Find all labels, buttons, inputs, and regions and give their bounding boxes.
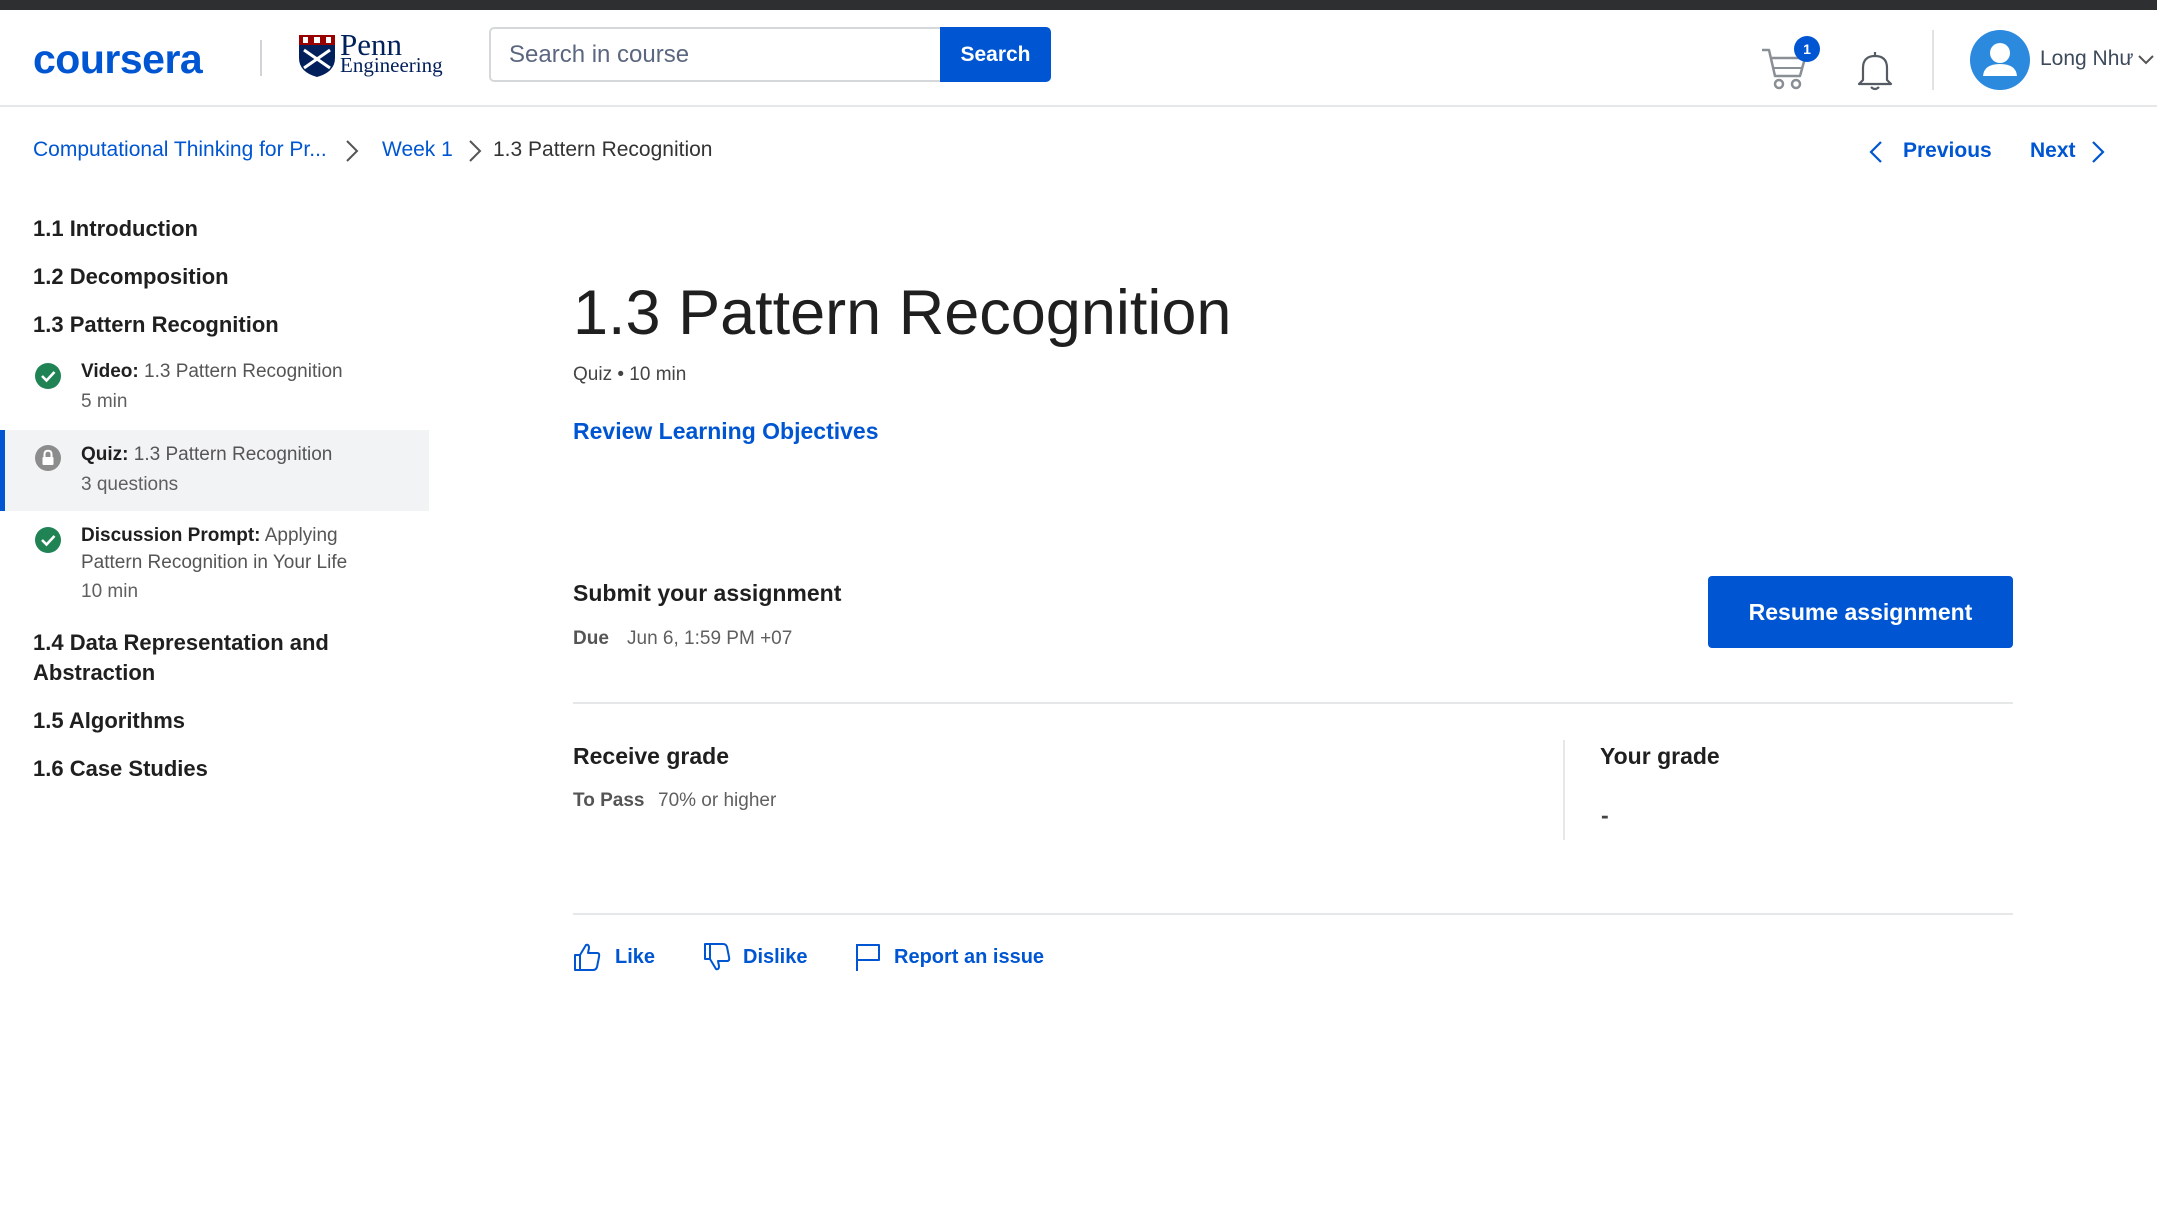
chevron-right-icon[interactable]: [2090, 139, 2106, 165]
your-grade-value: -: [1601, 802, 1609, 828]
item-subtitle: Quiz • 10 min: [573, 364, 687, 385]
your-grade-heading: Your grade: [1600, 743, 1720, 769]
cart-count-badge: 1: [1794, 36, 1820, 62]
item-type: Discussion Prompt:: [81, 525, 261, 546]
sidebar-week-1-1[interactable]: 1.1 Introduction: [33, 214, 198, 244]
penn-logo-line2: Engineering: [340, 53, 443, 77]
item-type: Video:: [81, 361, 139, 382]
like-button[interactable]: Like: [615, 946, 655, 969]
flag-icon[interactable]: [853, 941, 883, 973]
sidebar-item-quiz[interactable]: Quiz: 1.3 Pattern Recognition 3 question…: [0, 430, 429, 511]
sidebar-item-title: Discussion Prompt: Applying Pattern Reco…: [81, 522, 381, 576]
notification-bell-icon[interactable]: [1855, 48, 1895, 92]
header-divider: [1932, 30, 1934, 90]
sidebar-item-title: Video: 1.3 Pattern Recognition: [81, 358, 401, 385]
breadcrumb-current: 1.3 Pattern Recognition: [493, 138, 713, 161]
lock-icon: [35, 445, 61, 471]
user-avatar[interactable]: [1970, 30, 2030, 90]
report-issue-button[interactable]: Report an issue: [894, 946, 1044, 969]
thumbs-up-icon[interactable]: [572, 941, 602, 973]
chevron-right-icon: [346, 140, 359, 162]
sidebar-week-1-5[interactable]: 1.5 Algorithms: [33, 706, 185, 736]
completed-check-icon: [35, 363, 61, 389]
sidebar-week-1-4[interactable]: 1.4 Data Representation and Abstraction: [33, 628, 353, 688]
submit-assignment-heading: Submit your assignment: [573, 580, 842, 606]
review-learning-objectives-link[interactable]: Review Learning Objectives: [573, 418, 879, 445]
user-silhouette-icon: [1983, 43, 2017, 76]
sidebar-item-meta: 10 min: [81, 581, 139, 602]
sidebar-item-video[interactable]: Video: 1.3 Pattern Recognition 5 min: [0, 358, 429, 420]
chevron-left-icon[interactable]: [1868, 139, 1884, 165]
sidebar-week-1-3[interactable]: 1.3 Pattern Recognition: [33, 310, 279, 340]
receive-grade-heading: Receive grade: [573, 743, 729, 769]
top-header: coursera Penn Engineering Search 1 Long …: [0, 10, 2157, 107]
logo-divider: [260, 40, 262, 76]
chevron-down-icon[interactable]: [2137, 54, 2155, 66]
sidebar-item-discussion[interactable]: Discussion Prompt: Applying Pattern Reco…: [0, 522, 429, 610]
item-type: Quiz:: [81, 444, 129, 465]
browser-top-strip: [0, 0, 2157, 10]
breadcrumb-week[interactable]: Week 1: [382, 138, 453, 162]
due-date: Jun 6, 1:59 PM +07: [627, 628, 793, 649]
to-pass-label: To Pass: [573, 790, 645, 811]
thumbs-down-icon[interactable]: [702, 941, 732, 973]
due-label: Due: [573, 628, 609, 649]
search-button[interactable]: Search: [940, 27, 1051, 82]
breadcrumb-course[interactable]: Computational Thinking for Pr...: [33, 138, 327, 162]
penn-engineering-logo: Penn Engineering: [340, 29, 443, 78]
resume-assignment-button[interactable]: Resume assignment: [1708, 576, 2013, 648]
sidebar-week-1-6[interactable]: 1.6 Case Studies: [33, 754, 208, 784]
section-divider: [573, 702, 2013, 704]
search-input[interactable]: [489, 27, 941, 82]
active-indicator: [0, 430, 5, 511]
penn-shield-icon: [299, 35, 335, 77]
section-divider: [573, 913, 2013, 915]
user-name[interactable]: Long Như: [2040, 47, 2133, 71]
coursera-logo[interactable]: coursera: [33, 36, 203, 83]
to-pass-value: 70% or higher: [658, 790, 777, 811]
previous-button[interactable]: Previous: [1903, 139, 1992, 163]
grade-divider: [1563, 740, 1565, 840]
item-name: 1.3 Pattern Recognition: [133, 444, 333, 465]
next-button[interactable]: Next: [2030, 139, 2076, 163]
dislike-button[interactable]: Dislike: [743, 946, 807, 969]
item-name: 1.3 Pattern Recognition: [144, 361, 343, 382]
sidebar-week-1-2[interactable]: 1.2 Decomposition: [33, 262, 229, 292]
sidebar-item-meta: 3 questions: [81, 474, 179, 495]
page-title: 1.3 Pattern Recognition: [573, 278, 1232, 348]
sidebar-item-title: Quiz: 1.3 Pattern Recognition: [81, 441, 401, 468]
sidebar-item-meta: 5 min: [81, 391, 128, 412]
completed-check-icon: [35, 527, 61, 553]
chevron-right-icon: [469, 140, 482, 162]
